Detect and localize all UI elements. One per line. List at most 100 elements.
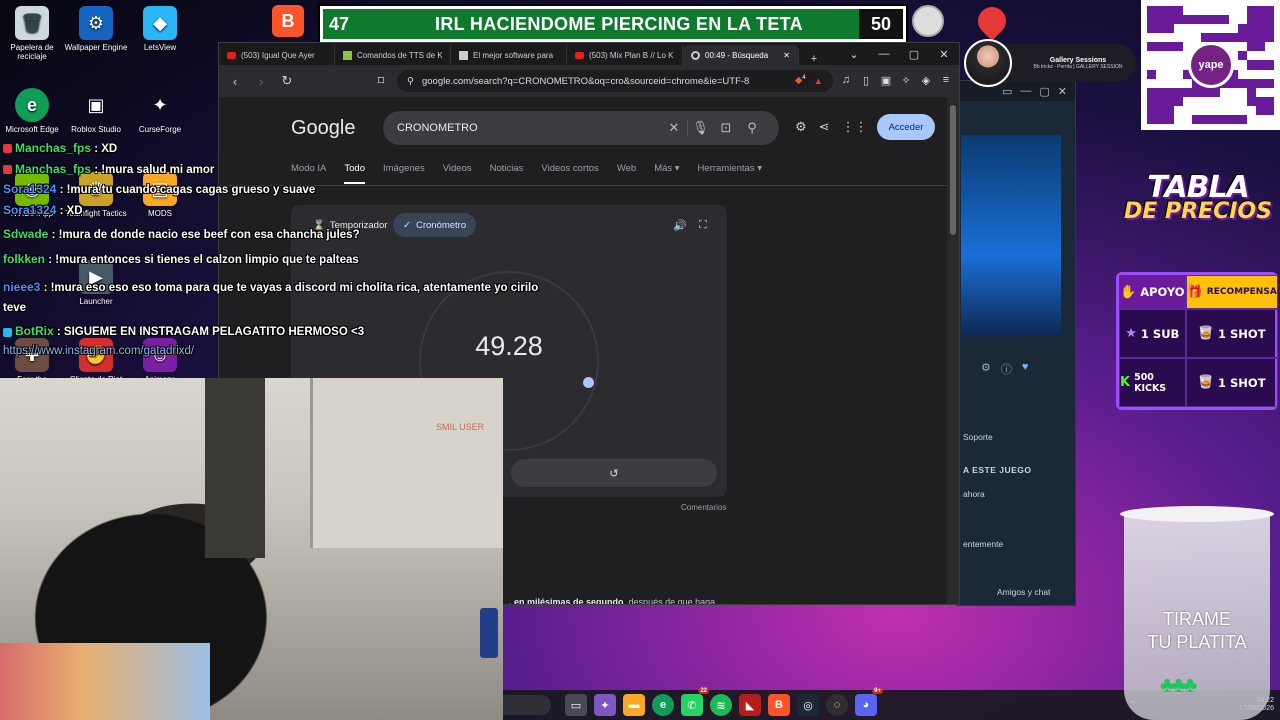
steam-support-link[interactable]: Soporte <box>963 432 993 442</box>
brave-shields-icon[interactable]: ◆4 <box>795 75 806 86</box>
tab-software[interactable]: El mejor software para <box>451 45 567 65</box>
music-icon[interactable]: ♫ <box>839 74 853 88</box>
monitor-icon[interactable]: ▭ <box>1002 85 1012 98</box>
settings-icon[interactable]: ⚙ <box>795 119 807 135</box>
sign-in-button[interactable]: Acceder <box>877 114 935 140</box>
qr-cell <box>1174 24 1184 34</box>
tab-list-chevron-icon[interactable]: ⌄ <box>839 43 869 65</box>
rewards-icon[interactable]: ▲ <box>814 76 823 87</box>
maximize-button[interactable]: ▢ <box>899 43 929 65</box>
whatsapp-icon[interactable]: ✆ 22 <box>681 688 709 716</box>
qr-cell <box>1165 51 1175 61</box>
info-icon[interactable]: ⓘ <box>1001 361 1012 377</box>
chat-message: nieee3 : !mura eso eso eso toma para que… <box>3 277 563 318</box>
copilot-icon[interactable]: ✦ <box>594 694 616 716</box>
search-box[interactable]: CRONOMETRO ✕ 🎙 ⊡ ⚲ <box>383 111 779 145</box>
desktop-icon-wallpaper-engine[interactable]: ⚙ Wallpaper Engine <box>61 6 131 52</box>
qr-cell <box>1174 42 1184 52</box>
task-view-icon[interactable]: ▭ <box>565 694 587 716</box>
tab-google-search[interactable]: 00:49 - Búsqueda ✕ <box>683 45 799 65</box>
qr-cell <box>1165 42 1175 52</box>
lens-icon[interactable]: ⊡ <box>713 120 739 136</box>
qr-cell <box>1192 6 1202 16</box>
menu-icon[interactable]: ≡ <box>939 74 953 88</box>
price-row2-support: K 500 KICKS <box>1119 358 1186 407</box>
vpn-icon[interactable]: ◈ <box>919 74 933 88</box>
comments-link[interactable]: Comentarios <box>681 503 726 512</box>
youtube-icon <box>227 51 236 59</box>
search-icon[interactable]: ⚲ <box>739 120 765 136</box>
search-input[interactable]: CRONOMETRO <box>397 122 661 134</box>
qr-cell <box>1156 51 1166 61</box>
address-bar[interactable]: ⚲ google.com/search?q=CRONOMETRO&oq=cro&… <box>397 70 833 92</box>
reset-button[interactable]: ↺ <box>511 459 717 487</box>
sound-icon[interactable]: 🔊 <box>673 219 687 232</box>
qr-cell <box>1156 33 1166 43</box>
discord-badge: 9+ <box>872 688 883 694</box>
desktop-icon-curseforge[interactable]: ✦ CurseForge <box>125 88 195 134</box>
tab-kick-commands[interactable]: Comandos de TTS de K <box>335 45 451 65</box>
qr-cell <box>1183 78 1193 88</box>
brave-icon[interactable]: B <box>768 694 790 716</box>
site-info-icon[interactable]: ⚲ <box>407 76 414 87</box>
close-icon[interactable]: ✕ <box>1058 85 1067 98</box>
reload-button[interactable]: ↻ <box>277 73 297 89</box>
chat-link[interactable]: https://www.instagram.com/gatadrixd/ <box>3 345 563 358</box>
share-icon[interactable]: ⋖ <box>819 119 830 135</box>
forward-button[interactable]: › <box>251 74 271 89</box>
glass-rim <box>1120 506 1274 522</box>
chat-text: : !mura tu cuando cagas cagas grueso y s… <box>59 184 316 196</box>
fullscreen-icon[interactable]: ⛶ <box>699 219 707 232</box>
steam-friends-chat[interactable]: Amigos y chat <box>997 587 1050 597</box>
qr-cell <box>1237 42 1247 52</box>
webcam-feed: SMIL USER <box>0 378 503 720</box>
result-snippet: , en milésimas de segundo, después de qu… <box>509 597 715 604</box>
settings-icon[interactable]: ⚙ <box>981 361 991 377</box>
obs-icon[interactable]: ◌ <box>826 694 848 716</box>
scrollbar-thumb[interactable] <box>950 105 956 235</box>
desktop-icon-letsview[interactable]: ◆ LetsView <box>125 6 195 52</box>
google-logo[interactable]: Google <box>291 117 356 140</box>
bookmark-icon[interactable]: ⌑ <box>371 73 391 89</box>
clear-search-icon[interactable]: ✕ <box>661 120 687 136</box>
webcam-shelf <box>310 378 503 548</box>
price-row2-reward: 🥃 1 SHOT <box>1185 358 1278 407</box>
tip-text: TIRAME TU PLATITA <box>1124 608 1270 653</box>
edge-icon[interactable]: e <box>652 694 674 716</box>
file-explorer-icon[interactable]: ▬ <box>623 694 645 716</box>
desktop-icon-edge[interactable]: e Microsoft Edge <box>0 88 67 134</box>
taskbar-search[interactable] <box>503 695 551 715</box>
sidebar-icon[interactable]: ▯ <box>859 74 873 88</box>
qr-cell <box>1264 78 1274 88</box>
maximize-icon[interactable]: ▢ <box>1039 85 1049 98</box>
tab-youtube-1[interactable]: (503) Igual Que Ayer <box>219 45 335 65</box>
minimize-button[interactable]: — <box>869 43 899 65</box>
steam-icon[interactable]: ◎ <box>797 694 819 716</box>
qr-cell <box>1201 33 1211 43</box>
qr-cell <box>1210 33 1220 43</box>
discord-icon[interactable]: ◕ 9+ <box>855 688 883 716</box>
wallet-icon[interactable]: ▣ <box>879 74 893 88</box>
microphone-icon[interactable]: 🎙 <box>687 120 713 136</box>
back-button[interactable]: ‹ <box>225 74 245 89</box>
steam-window[interactable]: ▭ — ▢ ✕ ⚙ ⓘ ♥ Soporte A ESTE JUEGO ahora… <box>956 80 1076 606</box>
spotify-icon[interactable]: ≋ <box>710 694 732 716</box>
page-scrollbar[interactable] <box>947 97 959 604</box>
dota-icon[interactable]: ◣ <box>739 694 761 716</box>
close-tab-icon[interactable]: ✕ <box>783 51 790 60</box>
desktop-icon-roblox-studio[interactable]: ▣ Roblox Studio <box>61 88 131 134</box>
tab-youtube-2[interactable]: (503) Mix Plan B // Lo K <box>567 45 683 65</box>
nav-more[interactable]: Más ▾ <box>654 163 679 184</box>
nav-tools[interactable]: Herramientas ▾ <box>698 163 762 184</box>
desktop-icon-recycle-bin[interactable]: 🗑 Papelera de reciclaje <box>0 6 67 61</box>
apps-grid-icon[interactable]: ⋮⋮ <box>842 119 868 135</box>
nav-web[interactable]: Web <box>617 163 636 184</box>
whatsapp-badge: 22 <box>698 688 709 694</box>
favorite-heart-icon[interactable]: ♥ <box>1022 361 1029 377</box>
close-button[interactable]: ✕ <box>929 43 959 65</box>
now-playing-text: Gallery Sessions Bb trickz - Perrita | G… <box>1012 57 1136 70</box>
new-tab-button[interactable]: + <box>799 53 829 65</box>
minimize-icon[interactable]: — <box>1020 85 1031 97</box>
ai-icon[interactable]: ✧ <box>899 74 913 88</box>
qr-cell <box>1255 6 1265 16</box>
